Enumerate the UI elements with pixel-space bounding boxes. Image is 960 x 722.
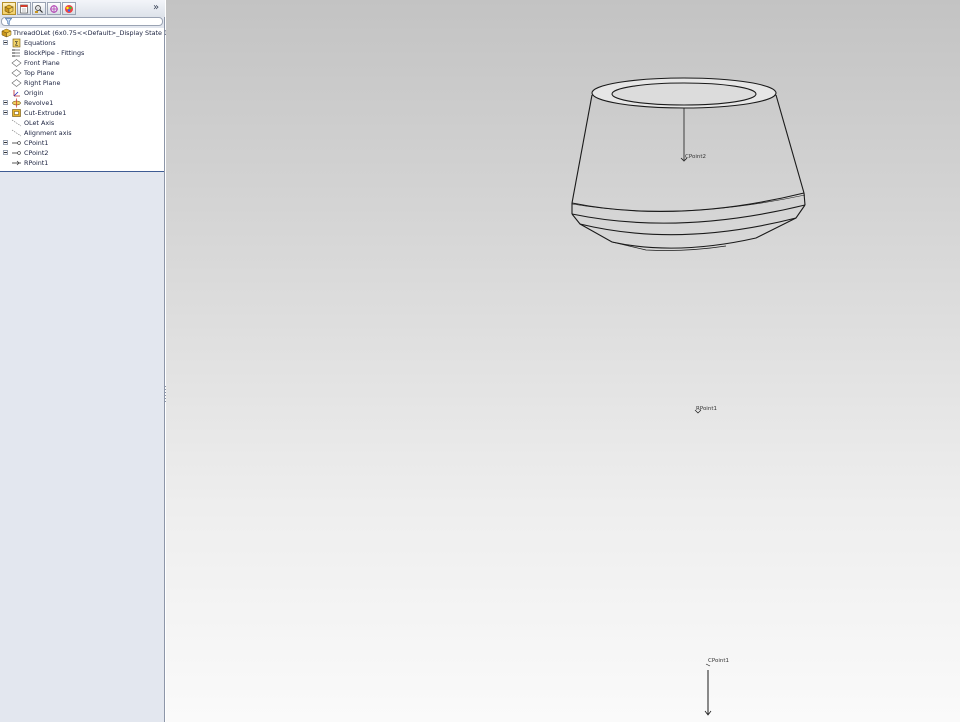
cpoint1-label[interactable]: CPoint1 bbox=[708, 658, 729, 664]
axis-icon bbox=[11, 128, 22, 138]
property-manager-icon bbox=[20, 4, 28, 13]
cut-extrude-icon bbox=[11, 108, 22, 118]
tree-item-top-plane[interactable]: Top Plane bbox=[0, 68, 164, 78]
configuration-manager-icon bbox=[35, 4, 43, 13]
feature-manager-icon bbox=[4, 4, 14, 13]
filter-icon bbox=[5, 18, 12, 25]
tree-item-label: Right Plane bbox=[24, 79, 61, 87]
tree-item-label: RPoint1 bbox=[24, 159, 49, 167]
tree-item-equations[interactable]: Σ Equations bbox=[0, 38, 164, 48]
expand-toggle-icon[interactable] bbox=[3, 40, 8, 45]
display-manager-tab[interactable] bbox=[62, 2, 76, 15]
threadolet-model[interactable] bbox=[166, 0, 960, 722]
tree-item-right-plane[interactable]: Right Plane bbox=[0, 78, 164, 88]
tree-item-label: Cut-Extrude1 bbox=[24, 109, 67, 117]
tree-item-label: CPoint2 bbox=[24, 149, 49, 157]
dimxpert-manager-tab[interactable] bbox=[47, 2, 61, 15]
right-silhouette-edge bbox=[775, 94, 805, 194]
origin-icon bbox=[11, 88, 22, 98]
connection-point-icon bbox=[11, 148, 22, 158]
property-manager-tab[interactable] bbox=[17, 2, 31, 15]
cpoint2-label[interactable]: CPoint2 bbox=[685, 154, 706, 160]
bore-edge bbox=[611, 82, 757, 106]
svg-text:Σ: Σ bbox=[15, 40, 19, 47]
plane-icon bbox=[11, 58, 22, 68]
connection-point-icon bbox=[11, 138, 22, 148]
tree-item-label: BlockPipe - Fittings bbox=[24, 49, 85, 57]
tree-root-part[interactable]: ThreadOLet (6x0.75<<Default>_Display Sta… bbox=[0, 28, 176, 38]
tree-item-olet-axis[interactable]: OLet Axis bbox=[0, 118, 164, 128]
tree-item-material[interactable]: BlockPipe - Fittings bbox=[0, 48, 164, 58]
tree-item-alignment-axis[interactable]: Alignment axis bbox=[0, 128, 164, 138]
tree-item-cut-extrude1[interactable]: Cut-Extrude1 bbox=[0, 108, 164, 118]
plane-icon bbox=[11, 78, 22, 88]
tree-item-revolve1[interactable]: Revolve1 bbox=[0, 98, 164, 108]
tree-item-label: Alignment axis bbox=[24, 129, 72, 137]
route-point-icon bbox=[11, 158, 22, 168]
expand-panel-button[interactable]: » bbox=[151, 2, 161, 14]
feature-manager-panel: » ThreadOLet (6x0.75<<Default>_Display S… bbox=[0, 0, 176, 722]
display-manager-icon bbox=[65, 4, 73, 13]
tree-item-label: Equations bbox=[24, 39, 56, 47]
expand-toggle-icon[interactable] bbox=[3, 150, 8, 155]
tree-item-label: Origin bbox=[24, 89, 44, 97]
feature-filter-input[interactable] bbox=[1, 17, 163, 26]
tree-item-label: Revolve1 bbox=[24, 99, 54, 107]
tree-item-label: CPoint1 bbox=[24, 139, 49, 147]
feature-tree: ThreadOLet (6x0.75<<Default>_Display Sta… bbox=[0, 28, 176, 172]
axis-icon bbox=[11, 118, 22, 128]
tree-item-cpoint2[interactable]: CPoint2 bbox=[0, 148, 164, 158]
plane-icon bbox=[11, 68, 22, 78]
expand-toggle-icon[interactable] bbox=[3, 140, 8, 145]
part-icon bbox=[1, 28, 12, 38]
dimxpert-manager-icon bbox=[50, 4, 58, 13]
configuration-manager-tab[interactable] bbox=[32, 2, 46, 15]
tree-root-label: ThreadOLet (6x0.75<<Default>_Display Sta… bbox=[13, 29, 176, 37]
expand-toggle-icon[interactable] bbox=[3, 110, 8, 115]
graphics-viewport[interactable]: CPoint2 RPoint1 CPoint1 bbox=[166, 0, 960, 722]
material-icon bbox=[11, 48, 22, 58]
equations-icon: Σ bbox=[11, 38, 22, 48]
left-silhouette-edge bbox=[571, 94, 593, 204]
tree-item-label: Front Plane bbox=[24, 59, 60, 67]
manager-tabs-toolbar: » bbox=[0, 0, 165, 17]
expand-toggle-icon[interactable] bbox=[3, 100, 8, 105]
tree-item-cpoint1[interactable]: CPoint1 bbox=[0, 138, 164, 148]
feature-manager-tab[interactable] bbox=[2, 2, 16, 15]
band-mid-edge bbox=[571, 204, 806, 224]
tree-item-label: OLet Axis bbox=[24, 119, 55, 127]
revolve-icon bbox=[11, 98, 22, 108]
tree-item-front-plane[interactable]: Front Plane bbox=[0, 58, 164, 68]
tree-item-origin[interactable]: Origin bbox=[0, 88, 164, 98]
tree-item-label: Top Plane bbox=[24, 69, 55, 77]
rpoint1-label[interactable]: RPoint1 bbox=[696, 406, 717, 412]
tree-item-rpoint1[interactable]: RPoint1 bbox=[0, 158, 164, 168]
